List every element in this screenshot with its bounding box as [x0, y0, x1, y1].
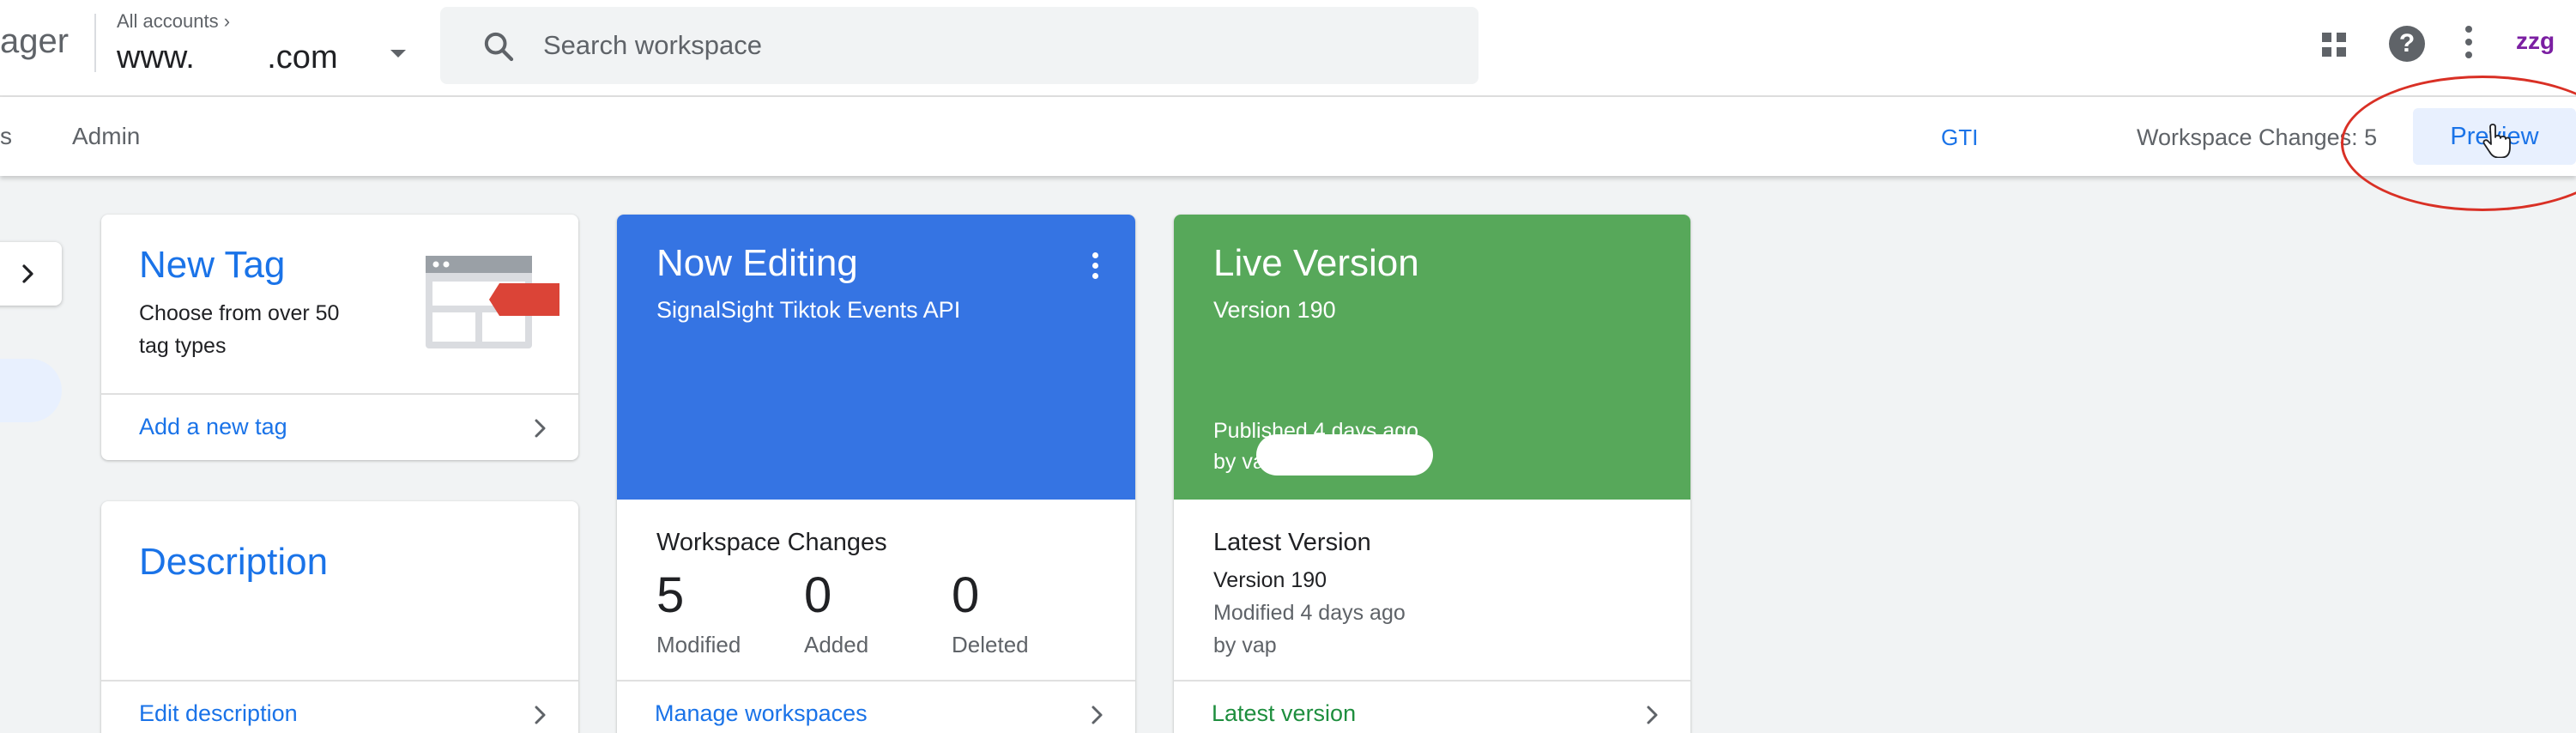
search-icon	[484, 32, 514, 62]
now-editing-header: Now Editing SignalSight Tiktok Events AP…	[617, 215, 1135, 500]
add-new-tag-link[interactable]: Add a new tag	[139, 414, 287, 440]
top-app-bar: ager All accounts › www. .com ? zzg	[0, 0, 2576, 97]
workspace-changes-heading: Workspace Changes	[656, 529, 887, 556]
description-card: Description Edit description	[101, 501, 578, 733]
description-footer[interactable]: Edit description	[101, 680, 578, 733]
apps-icon[interactable]	[2320, 31, 2348, 58]
chevron-right-icon	[1647, 706, 1658, 724]
live-version-card: Live Version Version 190 Published 4 day…	[1174, 215, 1690, 733]
latest-version-link[interactable]: Latest version	[1212, 700, 1356, 727]
chevron-right-icon	[535, 706, 546, 724]
modified-count: 5	[656, 567, 685, 623]
latest-version-heading: Latest Version	[1213, 529, 1371, 556]
current-workspace-name[interactable]: SignalSight Tiktok Events API	[656, 297, 960, 324]
container-dropdown-caret-icon[interactable]	[390, 50, 406, 58]
latest-version-modified: Modified 4 days ago	[1213, 601, 1406, 625]
more-vert-icon[interactable]	[1092, 252, 1101, 280]
app-name: ager	[0, 22, 70, 60]
edit-description-link[interactable]: Edit description	[139, 700, 298, 727]
more-vert-icon[interactable]	[2463, 26, 2475, 64]
description-title: Description	[139, 541, 329, 583]
live-version-header: Live Version Version 190 Published 4 day…	[1174, 215, 1690, 500]
new-tag-card: New Tag Choose from over 50 tag types Ad…	[101, 215, 578, 460]
live-version-number: Version 190	[1213, 297, 1336, 323]
all-accounts-breadcrumb[interactable]: All accounts ›	[117, 10, 230, 33]
help-icon[interactable]: ?	[2389, 26, 2425, 62]
search-bar[interactable]	[440, 7, 1478, 84]
now-editing-footer[interactable]: Manage workspaces	[617, 680, 1135, 733]
added-label: Added	[804, 632, 869, 657]
chevron-right-icon	[535, 419, 546, 438]
added-count: 0	[804, 567, 832, 623]
container-id-link[interactable]: GTI	[1941, 124, 1978, 151]
sidebar-expand-button[interactable]	[0, 242, 62, 306]
workspace-nav-bar: s Admin GTI Workspace Changes: 5 Preview	[0, 97, 2576, 176]
search-input[interactable]	[543, 26, 1444, 65]
live-version-title: Live Version	[1213, 242, 1419, 284]
deleted-count: 0	[952, 567, 980, 623]
modified-label: Modified	[656, 632, 741, 657]
hand-cursor-icon	[2482, 124, 2511, 158]
now-editing-card: Now Editing SignalSight Tiktok Events AP…	[617, 215, 1135, 733]
chevron-right-icon	[22, 264, 33, 283]
header-divider	[94, 14, 96, 72]
redacted-name	[1256, 434, 1433, 476]
new-tag-description: Choose from over 50 tag types	[139, 301, 340, 358]
deleted-label: Deleted	[952, 632, 1029, 657]
tab-admin[interactable]: Admin	[72, 123, 140, 150]
sidebar-active-item[interactable]	[0, 359, 62, 422]
new-tag-footer[interactable]: Add a new tag	[101, 393, 578, 460]
manage-workspaces-link[interactable]: Manage workspaces	[655, 700, 868, 727]
live-version-footer[interactable]: Latest version	[1174, 680, 1690, 733]
latest-version-number: Version 190	[1213, 568, 1327, 592]
avatar[interactable]: zzg	[2516, 27, 2555, 55]
new-tag-title[interactable]: New Tag	[139, 244, 285, 287]
latest-version-modified-by: by vap	[1213, 633, 1277, 657]
now-editing-title: Now Editing	[656, 242, 858, 284]
tab-partial[interactable]: s	[0, 123, 12, 150]
tag-illustration-icon	[426, 256, 559, 348]
container-selector[interactable]: www. .com	[117, 39, 338, 76]
chevron-right-icon	[1091, 706, 1103, 724]
